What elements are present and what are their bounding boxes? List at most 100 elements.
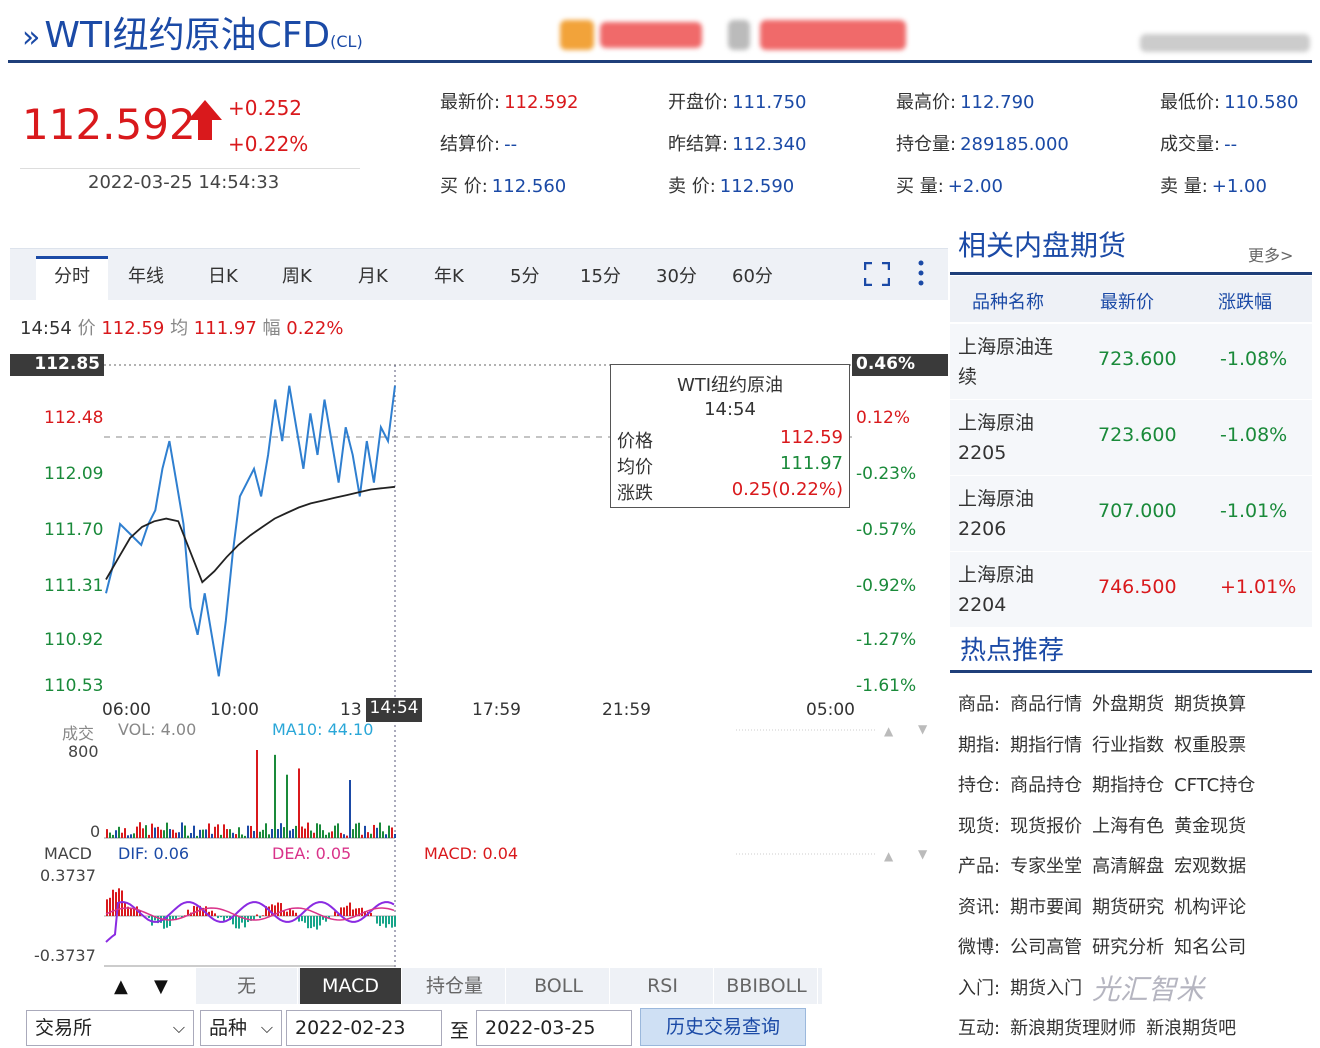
- macd-bar: [349, 902, 351, 916]
- hot-link[interactable]: 高清解盘: [1092, 856, 1164, 877]
- volume-bar: [364, 825, 366, 838]
- related-name[interactable]: 上海原油2204: [958, 560, 1068, 620]
- hot-link[interactable]: 期货入门: [1010, 978, 1082, 999]
- related-pct: -1.08%: [1220, 348, 1288, 370]
- hot-link[interactable]: 专家坐堂: [1010, 856, 1082, 877]
- tab-period[interactable]: 日K: [208, 262, 238, 288]
- tab-period[interactable]: 周K: [282, 262, 312, 288]
- hot-link[interactable]: 外盘期货: [1092, 694, 1164, 715]
- macd-bar: [385, 916, 387, 928]
- volume-bar: [376, 827, 378, 838]
- related-name[interactable]: 上海原油2206: [958, 484, 1068, 544]
- hot-link[interactable]: 黄金现货: [1174, 816, 1246, 837]
- x-tick: 06:00: [102, 700, 151, 720]
- volume-bar: [295, 825, 297, 838]
- related-pct: -1.01%: [1220, 500, 1288, 522]
- vol-value: VOL: 4.00: [118, 720, 197, 739]
- indicator-tab[interactable]: RSI: [612, 968, 714, 1004]
- hot-link[interactable]: 行业指数: [1092, 735, 1164, 756]
- indicator-tab[interactable]: BBIBOLL: [716, 968, 818, 1004]
- hot-link[interactable]: 机构评论: [1174, 897, 1246, 918]
- hot-link[interactable]: 新浪期货理财师: [1010, 1018, 1136, 1039]
- hot-link[interactable]: 期指持仓: [1092, 775, 1164, 796]
- quote-field-value: 112.340: [732, 134, 807, 155]
- exchange-select[interactable]: 交易所 ⌵: [26, 1010, 194, 1046]
- indicator-tab[interactable]: BOLL: [508, 968, 610, 1004]
- hot-label: 入门:: [958, 977, 1001, 999]
- price-line: [105, 385, 396, 677]
- related-row[interactable]: 上海原油2205 723.600 -1.08%: [950, 400, 1312, 476]
- volume-bar: [223, 824, 225, 838]
- hot-link[interactable]: CFTC持仓: [1174, 775, 1255, 796]
- end-date-input[interactable]: 2022-03-25: [476, 1010, 632, 1046]
- indicator-tab[interactable]: 持仓量: [404, 968, 506, 1004]
- hot-link[interactable]: 商品行情: [1010, 694, 1082, 715]
- zoom-down-icon[interactable]: ▼: [154, 976, 168, 997]
- cursor-info: 14:54 价 112.59 均 111.97 幅 0.22%: [20, 314, 343, 340]
- hot-link[interactable]: 研究分析: [1092, 937, 1164, 958]
- hot-link[interactable]: 宏观数据: [1174, 856, 1246, 877]
- tab-period[interactable]: 15分: [580, 262, 621, 288]
- macd-bar: [310, 916, 312, 929]
- volume-bar: [232, 832, 234, 838]
- more-vertical-icon[interactable]: [916, 258, 926, 288]
- tooltip-label: 价格: [617, 431, 653, 452]
- related-pct: +1.01%: [1220, 576, 1297, 598]
- hot-link[interactable]: 现货报价: [1010, 816, 1082, 837]
- volume-bar: [325, 834, 327, 838]
- info-avg: 111.97: [193, 318, 257, 339]
- tooltip-title: WTI纽约原油: [676, 375, 784, 396]
- quote-field-value: +1.00: [1211, 176, 1267, 197]
- quote-field-value: --: [1224, 134, 1238, 155]
- volume-bar: [109, 832, 111, 838]
- tab-period[interactable]: 分时: [54, 262, 90, 288]
- hot-link[interactable]: 公司高管: [1010, 937, 1082, 958]
- indicator-tab[interactable]: 无: [196, 968, 298, 1004]
- hot-link[interactable]: 期货研究: [1092, 897, 1164, 918]
- related-row[interactable]: 上海原油连续 723.600 -1.08%: [950, 324, 1312, 400]
- tab-period[interactable]: 60分: [732, 262, 773, 288]
- related-more-link[interactable]: 更多>: [1248, 242, 1293, 266]
- related-name[interactable]: 上海原油2205: [958, 408, 1068, 468]
- variety-select[interactable]: 品种 ⌵: [200, 1010, 282, 1046]
- volume-bar: [358, 822, 360, 838]
- hot-link[interactable]: 权重股票: [1174, 735, 1246, 756]
- quote-field-label: 成交量:: [1160, 134, 1221, 155]
- x-tick: 10:00: [210, 700, 259, 720]
- chart-tooltip: WTI纽约原油 14:54 价格 112.59 均价 111.97 涨跌 0.25(0…: [610, 364, 850, 508]
- tab-period[interactable]: 年K: [434, 262, 464, 288]
- volume-bar: [214, 826, 216, 838]
- quote-field: 最低价: 110.580: [1160, 88, 1299, 114]
- quote-field: 昨结算: 112.340: [668, 130, 807, 156]
- volume-bar: [382, 831, 384, 838]
- tab-period[interactable]: 5分: [510, 262, 539, 288]
- macd-bar: [343, 907, 345, 916]
- history-query-button[interactable]: 历史交易查询: [640, 1008, 806, 1046]
- hot-link[interactable]: 知名公司: [1174, 937, 1246, 958]
- macd-bar: [169, 916, 171, 927]
- volume-bar: [193, 825, 195, 838]
- start-date-input[interactable]: 2022-02-23: [286, 1010, 442, 1046]
- tab-period[interactable]: 30分: [656, 262, 697, 288]
- hot-link[interactable]: 期货换算: [1174, 694, 1246, 715]
- tab-period[interactable]: 月K: [358, 262, 388, 288]
- related-row[interactable]: 上海原油2206 707.000 -1.01%: [950, 476, 1312, 552]
- y-tick-right: -1.61%: [856, 676, 917, 696]
- zoom-up-icon[interactable]: ▲: [114, 976, 128, 997]
- fullscreen-icon[interactable]: [864, 262, 890, 286]
- indicator-tab[interactable]: MACD: [300, 968, 402, 1004]
- related-row[interactable]: 上海原油2204 746.500 +1.01%: [950, 552, 1312, 628]
- hot-link[interactable]: 新浪期货吧: [1146, 1018, 1236, 1039]
- blurred-banner: [600, 22, 702, 48]
- volume-bar: [250, 825, 252, 838]
- hot-link[interactable]: 期指行情: [1010, 735, 1082, 756]
- volume-bar: [160, 829, 162, 838]
- hot-link[interactable]: 上海有色: [1092, 816, 1164, 837]
- hot-link[interactable]: 商品持仓: [1010, 775, 1082, 796]
- related-name[interactable]: 上海原油连续: [958, 332, 1068, 392]
- macd-bar: [304, 916, 306, 923]
- volume-bar: [301, 826, 303, 838]
- tab-period[interactable]: 年线: [128, 262, 164, 288]
- hot-link[interactable]: 期市要闻: [1010, 897, 1082, 918]
- volume-bar: [136, 826, 138, 838]
